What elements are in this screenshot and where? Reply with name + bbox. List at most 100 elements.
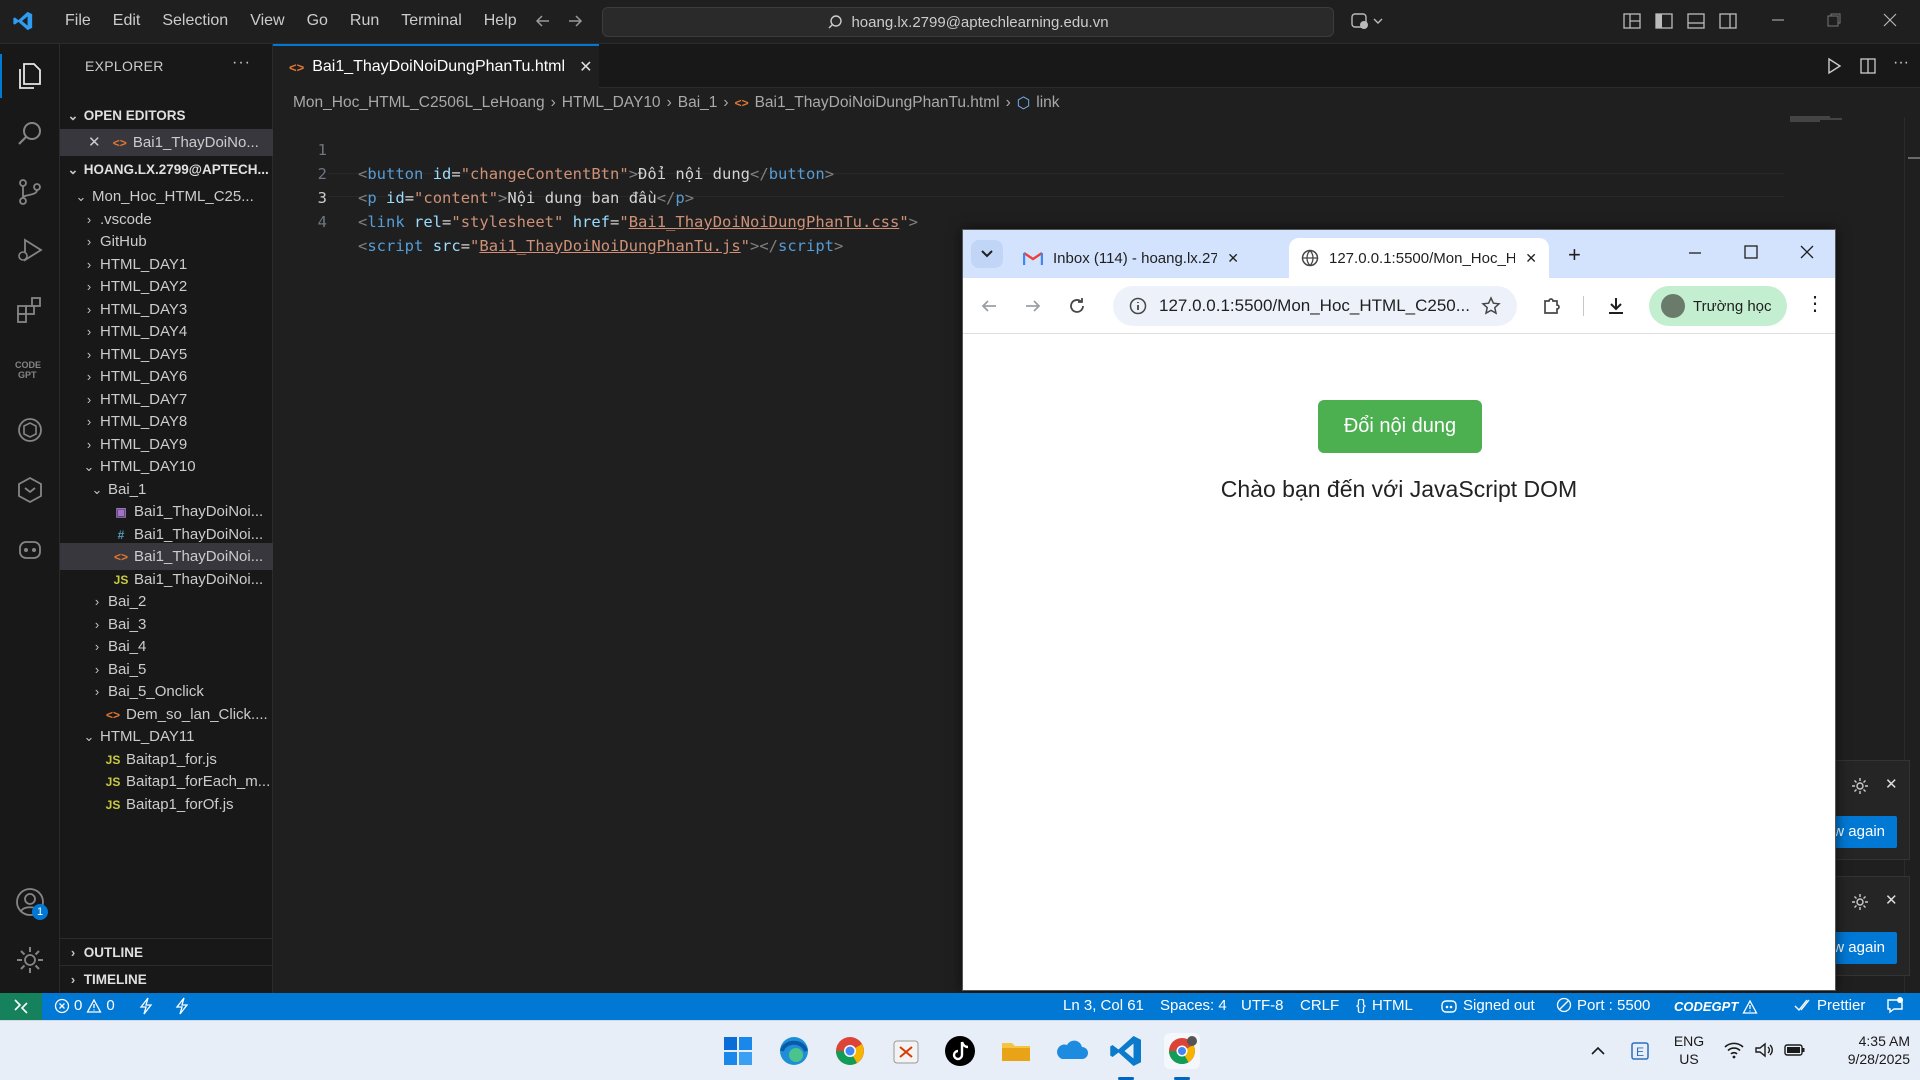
breadcrumb-item[interactable]: link <box>1036 94 1059 112</box>
timeline-section[interactable]: › TIMELINE <box>60 965 273 992</box>
minimize-icon[interactable] <box>1770 12 1786 28</box>
menu-help[interactable]: Help <box>473 12 528 30</box>
snipping-tool-icon[interactable] <box>888 1033 924 1069</box>
tab-search-icon[interactable] <box>971 240 1003 268</box>
notification-settings-icon[interactable] <box>1851 777 1869 795</box>
prettier-status[interactable]: Prettier <box>1794 997 1865 1014</box>
onedrive-icon[interactable] <box>1054 1033 1090 1069</box>
outline-section[interactable]: › OUTLINE <box>60 938 273 965</box>
explorer-icon[interactable] <box>14 60 46 92</box>
browser-menu-icon[interactable]: ⋮ <box>1805 294 1825 314</box>
notification-action-button[interactable]: w again <box>1831 932 1897 964</box>
show-hidden-icons-icon[interactable] <box>1590 1043 1606 1059</box>
forward-arrow-icon[interactable] <box>566 12 584 30</box>
bookmark-star-icon[interactable] <box>1481 296 1501 316</box>
remote-indicator[interactable] <box>0 993 42 1020</box>
copilot-icon[interactable] <box>1350 11 1386 31</box>
toggle-secondary-sidebar-icon[interactable] <box>1718 12 1738 30</box>
file-explorer-icon[interactable] <box>998 1033 1034 1069</box>
notifications-bell-icon[interactable] <box>1886 997 1904 1015</box>
menu-view[interactable]: View <box>239 12 295 30</box>
close-window-icon[interactable] <box>1882 12 1898 28</box>
close-icon[interactable]: ✕ <box>88 134 101 151</box>
codegpt-icon[interactable]: CODE GPT <box>14 354 46 386</box>
browser-tab-active[interactable]: 127.0.0.1:5500/Mon_Hoc_HT ✕ <box>1289 238 1549 278</box>
chrome-profile-taskbar-icon[interactable] <box>1164 1033 1200 1069</box>
change-content-button[interactable]: Đổi nội dung <box>1318 400 1482 453</box>
notification-close-icon[interactable]: ✕ <box>1885 775 1898 793</box>
breadcrumb-item[interactable]: Mon_Hoc_HTML_C2506L_LeHoang <box>293 94 545 112</box>
downloads-icon[interactable] <box>1605 295 1627 317</box>
split-editor-icon[interactable] <box>1859 57 1877 75</box>
encoding[interactable]: UTF-8 <box>1241 997 1284 1014</box>
wifi-icon[interactable] <box>1724 1041 1744 1059</box>
blackbox-icon[interactable] <box>14 474 46 506</box>
toggle-panel-icon[interactable] <box>1686 12 1706 30</box>
notification-close-icon[interactable]: ✕ <box>1885 891 1898 909</box>
cursor-position[interactable]: Ln 3, Col 61 <box>1063 997 1144 1014</box>
browser-forward-icon[interactable] <box>1023 296 1043 316</box>
accounts-icon[interactable]: 1 <box>14 886 48 920</box>
close-tab-icon[interactable]: ✕ <box>1227 250 1239 267</box>
editor-tab-active[interactable]: <> Bai1_ThayDoiNoiDungPhanTu.html ✕ <box>273 44 599 88</box>
menu-terminal[interactable]: Terminal <box>390 12 472 30</box>
new-tab-icon[interactable]: + <box>1568 242 1581 268</box>
toggle-sidebar-icon[interactable] <box>1654 12 1674 30</box>
browser-minimize-icon[interactable] <box>1687 244 1703 260</box>
more-actions-icon[interactable]: ··· <box>232 54 251 72</box>
menu-file[interactable]: File <box>54 12 102 30</box>
site-info-icon[interactable] <box>1129 297 1147 315</box>
extensions-icon[interactable] <box>14 294 46 326</box>
restore-icon[interactable] <box>1826 12 1842 28</box>
windows-start-icon[interactable] <box>720 1033 756 1069</box>
copilot-chat-icon[interactable] <box>14 534 46 566</box>
chatgpt-icon[interactable] <box>14 414 46 446</box>
menu-edit[interactable]: Edit <box>102 12 152 30</box>
command-center-search[interactable]: hoang.lx.2799@aptechlearning.edu.vn <box>602 7 1334 37</box>
edge-icon[interactable] <box>776 1033 812 1069</box>
tree-file[interactable]: JS Baitap1_forOf.js <box>60 791 273 818</box>
notification-action-button[interactable]: w again <box>1831 816 1897 848</box>
lightning-icon[interactable] <box>174 997 190 1015</box>
codegpt-status[interactable]: CODEGPT <box>1674 999 1758 1015</box>
lightning-icon[interactable] <box>138 997 154 1015</box>
browser-back-icon[interactable] <box>979 296 999 316</box>
open-editor-item[interactable]: ✕ <> Bai1_ThayDoiNo... <box>60 129 273 156</box>
copilot-status[interactable]: Signed out <box>1440 997 1535 1015</box>
indentation[interactable]: Spaces: 4 <box>1160 997 1227 1014</box>
close-tab-icon[interactable]: ✕ <box>579 57 592 77</box>
problems-indicator[interactable]: 0 0 <box>54 997 115 1014</box>
more-actions-icon[interactable]: ··· <box>1893 54 1909 72</box>
menu-go[interactable]: Go <box>296 12 339 30</box>
input-indicator-icon[interactable]: E <box>1630 1041 1650 1061</box>
address-bar[interactable]: 127.0.0.1:5500/Mon_Hoc_HTML_C250... <box>1113 286 1517 326</box>
minimap[interactable] <box>1790 116 1846 122</box>
notification-settings-icon[interactable] <box>1851 893 1869 911</box>
breadcrumb-item[interactable]: HTML_DAY10 <box>562 94 661 112</box>
breadcrumb-item[interactable]: Bai_1 <box>678 94 718 112</box>
reload-icon[interactable] <box>1067 296 1087 316</box>
menu-run[interactable]: Run <box>339 12 390 30</box>
extensions-puzzle-icon[interactable] <box>1541 295 1563 317</box>
tiktok-icon[interactable] <box>942 1033 978 1069</box>
menu-selection[interactable]: Selection <box>151 12 239 30</box>
vertical-scrollbar[interactable] <box>1904 117 1920 993</box>
profile-chip[interactable]: Trường học <box>1649 286 1787 326</box>
battery-icon[interactable] <box>1784 1042 1806 1058</box>
run-icon[interactable] <box>1825 57 1843 75</box>
chrome-icon[interactable] <box>832 1033 868 1069</box>
manage-gear-icon[interactable] <box>14 944 46 976</box>
language-mode[interactable]: {} HTML <box>1356 997 1413 1014</box>
vscode-taskbar-icon[interactable] <box>1108 1033 1144 1069</box>
workspace-section[interactable]: ⌄ HOANG.LX.2799@APTECH... <box>60 156 273 183</box>
browser-maximize-icon[interactable] <box>1743 244 1759 260</box>
end-of-line[interactable]: CRLF <box>1300 997 1339 1014</box>
volume-icon[interactable] <box>1754 1041 1774 1059</box>
close-tab-icon[interactable]: ✕ <box>1525 250 1537 267</box>
clock[interactable]: 4:35 AM 9/28/2025 <box>1818 1032 1910 1068</box>
live-server-port[interactable]: Port : 5500 <box>1556 997 1650 1014</box>
language-indicator[interactable]: ENG US <box>1664 1032 1714 1068</box>
browser-close-icon[interactable] <box>1799 244 1815 260</box>
browser-tab-gmail[interactable]: Inbox (114) - hoang.lx.2799@ ✕ <box>1011 238 1251 278</box>
back-arrow-icon[interactable] <box>534 12 552 30</box>
